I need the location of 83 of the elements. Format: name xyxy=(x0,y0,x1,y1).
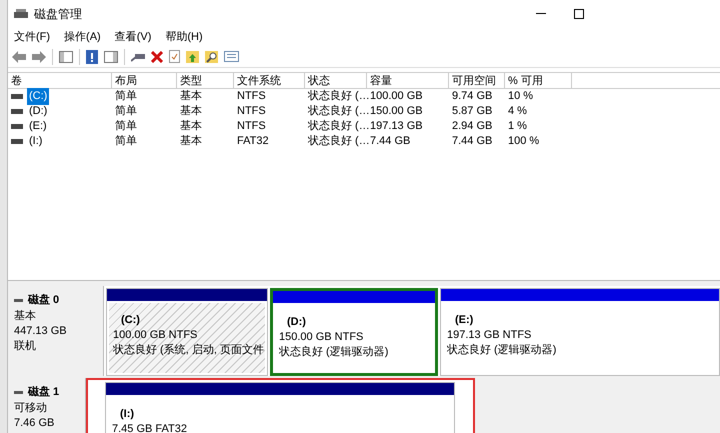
table-cell-text: NTFS xyxy=(236,104,267,120)
partition-size: 7.45 GB FAT32 xyxy=(112,422,188,433)
drive-icon xyxy=(11,139,23,144)
table-cell-text: 简单 xyxy=(114,134,138,150)
table-cell-text: FAT32 xyxy=(236,134,270,150)
back-arrow-icon[interactable] xyxy=(12,50,26,62)
table-cell-text: 2.94 GB xyxy=(451,119,494,134)
table-cell-text: 1 % xyxy=(507,119,528,134)
partition-size: 197.13 GB NTFS xyxy=(447,328,532,343)
column-header[interactable]: 布局 xyxy=(112,73,177,88)
disk-name: 磁盘 0 xyxy=(28,293,60,308)
table-cell-text: 基本 xyxy=(179,134,203,150)
menu-item[interactable]: 查看(V) xyxy=(114,28,152,46)
table-cell-text: 100.00 GB xyxy=(369,89,424,104)
table-cell-text: 7.44 GB xyxy=(451,134,494,150)
table-cell-text: NTFS xyxy=(236,119,267,134)
column-header[interactable]: 容量 xyxy=(367,73,449,88)
disk-name: 磁盘 1 xyxy=(28,385,60,400)
drive-icon xyxy=(11,94,23,99)
disk-detail: 447.13 GB xyxy=(14,324,68,338)
table-cell-text: NTFS xyxy=(236,89,267,104)
help-icon[interactable] xyxy=(86,50,98,64)
folder-up-icon[interactable] xyxy=(186,50,199,63)
partition-block[interactable]: (D:) 150.00 GB NTFS 状态良好 (逻辑驱动器) xyxy=(270,288,438,376)
table-cell-text: 基本 xyxy=(179,104,203,120)
menu-item[interactable]: 操作(A) xyxy=(64,28,101,46)
table-cell-text: 100 % xyxy=(507,134,540,150)
column-header[interactable]: % 可用 xyxy=(505,73,572,88)
window-title: 磁盘管理 xyxy=(34,6,82,23)
table-cell-text: 5.87 GB xyxy=(451,104,494,120)
partition-status: 状态良好 (逻辑驱动器) xyxy=(279,345,390,360)
table-cell-text: 7.44 GB xyxy=(369,134,412,150)
table-cell-text: 197.13 GB xyxy=(369,119,424,134)
pane-icon[interactable] xyxy=(59,50,73,62)
partition-size: 150.00 GB NTFS xyxy=(279,330,364,345)
table-cell-text: 简单 xyxy=(114,89,138,104)
disk-detail: 联机 xyxy=(14,338,37,354)
drive-icon xyxy=(11,109,23,114)
table-cell-text: 基本 xyxy=(179,119,203,134)
disk-detail: 7.46 GB xyxy=(14,416,56,430)
table-cell-text: 状态良好 (… xyxy=(307,88,367,104)
disk-detail: 可移动 xyxy=(14,400,48,416)
volume-name[interactable]: (I:) xyxy=(27,133,44,150)
table-cell-text: 状态良好 (… xyxy=(307,118,367,134)
partition-status: 状态良好 (系统, 启动, 页面文件 xyxy=(113,343,265,358)
list-icon[interactable] xyxy=(224,51,239,62)
partition-label: (C:) xyxy=(120,313,141,328)
maximize-icon[interactable] xyxy=(574,9,584,19)
column-header[interactable]: 状态 xyxy=(305,73,367,88)
table-cell-text: 4 % xyxy=(507,104,528,120)
partition-block[interactable]: (C:) 100.00 GB NTFS 状态良好 (系统, 启动, 页面文件 xyxy=(106,288,268,376)
partition-block[interactable]: (I:) 7.45 GB FAT32 xyxy=(105,382,455,433)
column-header[interactable]: 文件系统 xyxy=(234,73,305,88)
partition-label: (I:) xyxy=(119,407,136,422)
column-header[interactable]: 类型 xyxy=(177,73,234,88)
properties-icon[interactable] xyxy=(169,50,180,63)
partition-block[interactable]: (E:) 197.13 GB NTFS 状态良好 (逻辑驱动器) xyxy=(440,288,720,376)
delete-icon[interactable] xyxy=(151,50,163,62)
pane-icon[interactable] xyxy=(104,50,118,62)
volume-name[interactable]: (E:) xyxy=(27,118,49,135)
table-cell-text: 10 % xyxy=(507,89,534,104)
menu-item[interactable]: 文件(F) xyxy=(14,28,50,46)
connect-icon[interactable] xyxy=(131,52,145,62)
partition-status: 状态良好 (逻辑驱动器) xyxy=(447,343,558,358)
folder-search-icon[interactable] xyxy=(205,50,218,63)
minimize-icon[interactable] xyxy=(536,13,546,15)
volume-name[interactable]: (D:) xyxy=(27,103,50,120)
drive-icon xyxy=(11,124,23,129)
table-cell-text: 状态良好 (… xyxy=(307,134,367,150)
table-cell-text: 简单 xyxy=(114,119,138,134)
partition-size: 100.00 GB NTFS xyxy=(113,328,198,343)
table-cell-text: 9.74 GB xyxy=(451,89,494,104)
column-header[interactable]: 可用空间 xyxy=(449,73,505,88)
disk-detail: 基本 xyxy=(14,308,37,324)
partition-label: (D:) xyxy=(286,315,307,330)
table-cell-text: 简单 xyxy=(114,104,138,120)
menu-item[interactable]: 帮助(H) xyxy=(165,28,203,46)
forward-arrow-icon[interactable] xyxy=(32,50,46,62)
table-cell-text: 状态良好 (… xyxy=(307,104,367,120)
table-cell-text: 150.00 GB xyxy=(369,104,424,120)
volume-name[interactable]: (C:) xyxy=(27,88,50,105)
table-cell-text: 基本 xyxy=(179,89,203,104)
partition-label: (E:) xyxy=(454,313,474,328)
